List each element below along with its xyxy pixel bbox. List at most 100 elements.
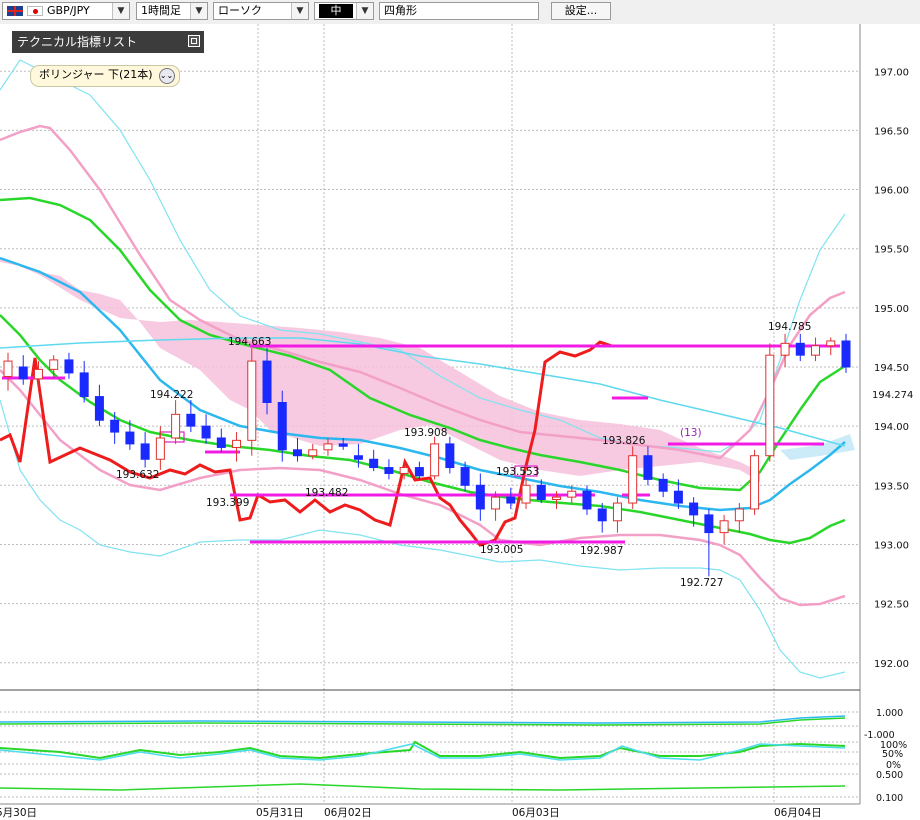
candle-body xyxy=(430,443,440,477)
line-width-select-value: 中 xyxy=(319,4,353,18)
candle xyxy=(750,449,760,515)
candle-body xyxy=(826,340,836,347)
candle-body xyxy=(658,478,668,492)
candle-body xyxy=(673,490,683,504)
price-chart[interactable]: 194.663 194.222 193.632 193.399 193.482 … xyxy=(0,24,920,820)
price-tick-label: 196.50 xyxy=(874,126,909,137)
candle-body xyxy=(567,490,577,498)
bollinger-label-bubble[interactable]: ボリンジャー 下(21本) ⌄⌄ xyxy=(30,65,180,87)
label-194663: 194.663 xyxy=(228,336,271,348)
price-tick-label: 193.50 xyxy=(874,481,909,492)
sub-axis-label-4: 50% xyxy=(882,749,903,760)
candle-body xyxy=(445,443,455,469)
candle-body xyxy=(536,484,546,500)
chevron-down-icon: ▼ xyxy=(356,3,373,19)
time-label-1: 5月30日 xyxy=(0,807,37,819)
candle-body xyxy=(338,443,348,447)
candle-body xyxy=(262,360,272,403)
candle-body xyxy=(734,508,744,522)
time-label-3: 06月02日 xyxy=(324,807,372,819)
candle-body xyxy=(125,431,135,445)
candle-body xyxy=(232,439,242,448)
candle-body xyxy=(18,366,28,380)
toolbar: GBP/JPY ▼ 1時間足 ▼ ローソク ▼ 中 ▼ 四角形 設定... xyxy=(0,0,920,25)
price-tick-label: 192.50 xyxy=(874,600,909,611)
timeframe-select[interactable]: 1時間足 ▼ xyxy=(136,2,208,20)
label-193632: 193.632 xyxy=(116,469,159,481)
current-price-label: 194.274 xyxy=(872,390,913,401)
label-193826: 193.826 xyxy=(602,435,646,447)
chart-style-select[interactable]: ローソク ▼ xyxy=(213,2,309,20)
candle-body xyxy=(521,484,531,504)
chevron-down-icon: ▼ xyxy=(112,3,129,19)
drawing-tool-field[interactable]: 四角形 xyxy=(379,2,539,20)
candle-body xyxy=(3,360,13,377)
jp-flag-icon xyxy=(27,6,43,16)
price-tick-label: 195.50 xyxy=(874,245,909,256)
indicator-list-title: テクニカル指標リスト xyxy=(17,35,138,49)
candle-body xyxy=(186,413,196,427)
price-tick-label: 197.00 xyxy=(874,67,909,78)
label-193482: 193.482 xyxy=(305,487,348,499)
candle-body xyxy=(795,342,805,356)
pair-select[interactable]: GBP/JPY ▼ xyxy=(2,2,130,20)
label-193553: 193.553 xyxy=(496,466,539,478)
candle-body xyxy=(64,359,74,374)
candle-body xyxy=(323,443,333,451)
candle-body xyxy=(491,496,501,510)
candle xyxy=(765,343,775,462)
candle-body xyxy=(171,413,181,439)
candle-body xyxy=(704,514,714,534)
label-193005: 193.005 xyxy=(480,544,523,556)
restore-icon[interactable] xyxy=(188,35,200,47)
price-tick-label: 192.00 xyxy=(874,659,909,670)
price-tick-label: 196.00 xyxy=(874,186,909,197)
chart-style-select-value: ローソク xyxy=(218,4,262,17)
candle-body xyxy=(277,401,287,451)
settings-button[interactable]: 設定... xyxy=(551,2,611,20)
candle-body xyxy=(308,449,318,457)
price-tick-label: 194.50 xyxy=(874,363,909,374)
price-tick-label: 194.00 xyxy=(874,422,909,433)
chevron-down-icon: ▼ xyxy=(190,3,207,19)
candle-body xyxy=(841,340,851,368)
expand-chevron-icon[interactable]: ⌄⌄ xyxy=(158,68,175,84)
candle-body xyxy=(475,484,485,510)
bollinger-label-text: ボリンジャー 下(21本) xyxy=(39,68,153,81)
candle-body xyxy=(247,360,257,441)
candle-body xyxy=(811,345,821,356)
candle xyxy=(628,446,638,509)
candle-body xyxy=(216,437,226,448)
candle-body xyxy=(643,455,653,480)
candle-body xyxy=(79,372,89,398)
candle-body xyxy=(155,437,165,460)
pair-select-value: GBP/JPY xyxy=(47,4,90,17)
candle-body xyxy=(414,467,424,477)
chevron-down-icon: ▼ xyxy=(291,3,308,19)
candle-body xyxy=(628,455,638,504)
candle-body xyxy=(689,502,699,516)
candle xyxy=(247,348,257,456)
label-193908: 193.908 xyxy=(404,427,447,439)
candle-body xyxy=(94,396,104,421)
candle-body xyxy=(460,467,470,486)
candle-body xyxy=(582,490,592,510)
candle-body xyxy=(353,455,363,460)
time-label-2: 05月31日 xyxy=(256,807,304,819)
candle-body xyxy=(33,368,43,380)
time-label-4: 06月03日 xyxy=(512,807,560,819)
indicator-list-panel[interactable]: テクニカル指標リスト xyxy=(12,31,204,53)
time-label-5: 06月04日 xyxy=(774,807,822,819)
candle-body xyxy=(765,354,775,457)
candle-body xyxy=(140,443,150,460)
timeframe-select-value: 1時間足 xyxy=(141,4,181,17)
sub-axis-label-1: 1.000 xyxy=(876,708,903,719)
sub-axis-label-7: 0.100 xyxy=(876,793,903,804)
candle-body xyxy=(597,508,607,522)
price-tick-label: 193.00 xyxy=(874,540,909,551)
drawing-tool-value: 四角形 xyxy=(384,4,417,17)
candle-body xyxy=(201,425,211,439)
price-tick-label: 195.00 xyxy=(874,304,909,315)
line-width-select[interactable]: 中 ▼ xyxy=(314,2,374,20)
candle-body xyxy=(552,496,562,500)
